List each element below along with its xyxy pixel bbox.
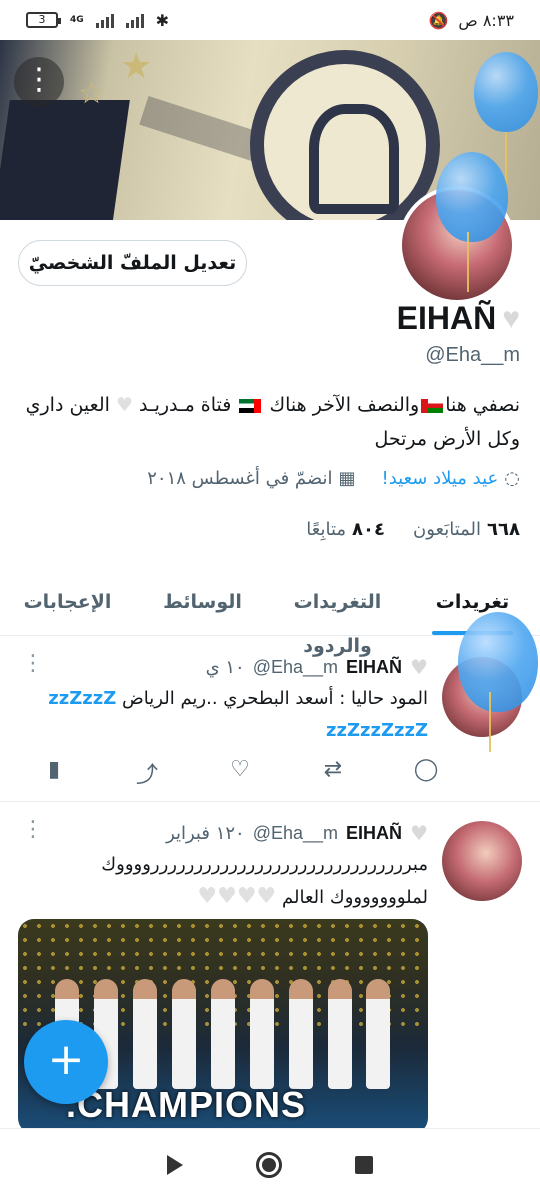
birthday-link[interactable]: عيد ميلاد سعيد! <box>382 468 499 489</box>
tab-likes[interactable]: الإعجابات <box>0 580 135 635</box>
tweet-line: لملوووووووك العالم <box>282 887 428 908</box>
more-icon[interactable]: ⋮ <box>22 819 44 841</box>
following-label: متابِعًا <box>306 519 347 540</box>
network-label: 4G <box>70 15 84 25</box>
like-icon[interactable]: ♡ <box>226 757 254 789</box>
bio-text: نصفي هنا <box>445 394 520 416</box>
recent-apps-icon[interactable] <box>355 1155 374 1174</box>
tweet-line-2: لملوووووووك العالم ♥♥♥♥ <box>18 881 428 914</box>
tweet-handle: @Eha__m <box>252 822 339 843</box>
sleep-emoji: zzZzzZ <box>48 688 117 709</box>
bio-text: والنصف الآخر هناك <box>269 394 420 416</box>
status-left: 3 4G ✱ <box>26 11 169 30</box>
following-count: ٨٠٤ <box>352 519 385 540</box>
tweet-handle: @Eha__m <box>252 656 339 677</box>
balloon-small-icon: ◌ <box>504 468 520 489</box>
followers-count: ٦٦٨ <box>487 519 520 540</box>
balloon-icon <box>458 612 538 752</box>
share-icon[interactable]: ⤴ <box>133 757 161 789</box>
calendar-icon: ▦ <box>338 468 356 489</box>
joined-item: ▦ انضمّ في أغسطس ٢٠١٨ <box>147 468 355 489</box>
follow-stats: ٦٦٨المتابَعون ٨٠٤متابِعًا <box>306 519 520 540</box>
mute-icon: 🔕 <box>428 10 449 30</box>
balloon-icon <box>436 152 508 292</box>
tab-media[interactable]: الوسائط <box>135 580 270 635</box>
back-icon[interactable] <box>166 1154 183 1175</box>
more-icon[interactable]: ⋮ <box>22 653 44 675</box>
status-bar: 3 4G ✱ ٨:٣٣ ص 🔕 <box>0 0 540 40</box>
followers-link[interactable]: ٦٦٨المتابَعون <box>413 519 520 540</box>
tweet-text: المود حاليا : أسعد البطحري ..ريم الرياض … <box>28 683 428 747</box>
signal-icon <box>95 12 114 28</box>
retweet-icon[interactable]: ⇄ <box>319 757 347 789</box>
heart-icon: ♥ <box>410 821 428 845</box>
tweet-line: مبررررررررررررررررررررررررررررررووووك <box>101 854 428 875</box>
system-nav-bar <box>0 1128 540 1200</box>
tweet-avatar[interactable] <box>442 821 522 901</box>
star-icon: ☆ <box>78 76 105 111</box>
balloon-icon <box>474 52 538 192</box>
display-name: EIHAÑ <box>396 300 497 336</box>
following-link[interactable]: ٨٠٤متابِعًا <box>306 519 385 540</box>
tweet-time: ١٢٠ فبراير <box>166 822 245 844</box>
profile-meta: ◌ عيد ميلاد سعيد! ▦ انضمّ في أغسطس ٢٠١٨ <box>147 468 520 489</box>
star-icon: ★ <box>120 46 153 87</box>
reply-icon[interactable]: ◯ <box>412 757 440 789</box>
bio-text: فتاة مـدريـد <box>139 394 232 416</box>
status-right: ٨:٣٣ ص 🔕 <box>428 11 514 30</box>
tab-tweets-replies[interactable]: التغريدات والردود <box>270 580 405 657</box>
birthday-item[interactable]: ◌ عيد ميلاد سعيد! <box>382 468 520 489</box>
tweet-author: EIHAÑ <box>346 822 403 843</box>
profile-bio: نصفي هنا والنصف الآخر هناك فتاة مـدريـد ♥… <box>20 388 520 456</box>
compose-tweet-button[interactable]: + <box>24 1020 108 1104</box>
tweet-actions: ▮ ⤴ ♡ ⇄ ◯ <box>40 757 440 789</box>
battery-icon: 3 <box>26 12 61 28</box>
analytics-icon[interactable]: ▮ <box>40 757 68 789</box>
heart-icon: ♥♥♥♥ <box>197 884 277 909</box>
home-icon[interactable] <box>255 1151 282 1178</box>
heart-icon: ♥ <box>115 394 133 416</box>
profile-handle: @Eha__m <box>425 344 520 366</box>
uae-flag-icon <box>239 398 262 413</box>
signal-2-icon <box>125 12 144 28</box>
tweet-line: المود حاليا : أسعد البطحري ..ريم الرياض <box>122 688 428 709</box>
joined-date: انضمّ في أغسطس ٢٠١٨ <box>147 468 333 489</box>
tweet-author: EIHAÑ <box>346 656 403 677</box>
banner-shape <box>0 100 130 220</box>
sleep-emoji: zzZzzZzzZ <box>325 720 428 741</box>
profile-tabs: تغريدات التغريدات والردود الوسائط الإعجا… <box>0 580 540 657</box>
tweet-time: ١٠ ي <box>205 656 245 678</box>
followers-label: المتابَعون <box>413 519 482 540</box>
media-caption: .CHAMPIONS <box>66 1084 307 1125</box>
oman-flag-icon <box>421 398 444 413</box>
profile-name: EIHAÑ ♥ <box>397 300 520 337</box>
tweet-header: ♥ EIHAÑ @Eha__m ١٢٠ فبراير <box>166 821 428 845</box>
tweet-header: ♥ EIHAÑ @Eha__m ١٠ ي <box>206 655 428 679</box>
more-options-button[interactable]: ⋮ <box>14 57 64 107</box>
heart-icon: ♥ <box>410 655 428 679</box>
edit-profile-button[interactable]: تعديل الملفّ الشخصيّ <box>18 240 247 286</box>
tweet-text: مبررررررررررررررررررررررررررررررووووك لم… <box>18 849 428 914</box>
heart-icon: ♥ <box>502 301 520 335</box>
bluetooth-icon: ✱ <box>155 10 170 30</box>
status-time: ٨:٣٣ ص <box>458 10 514 30</box>
crest-logo <box>250 50 440 220</box>
